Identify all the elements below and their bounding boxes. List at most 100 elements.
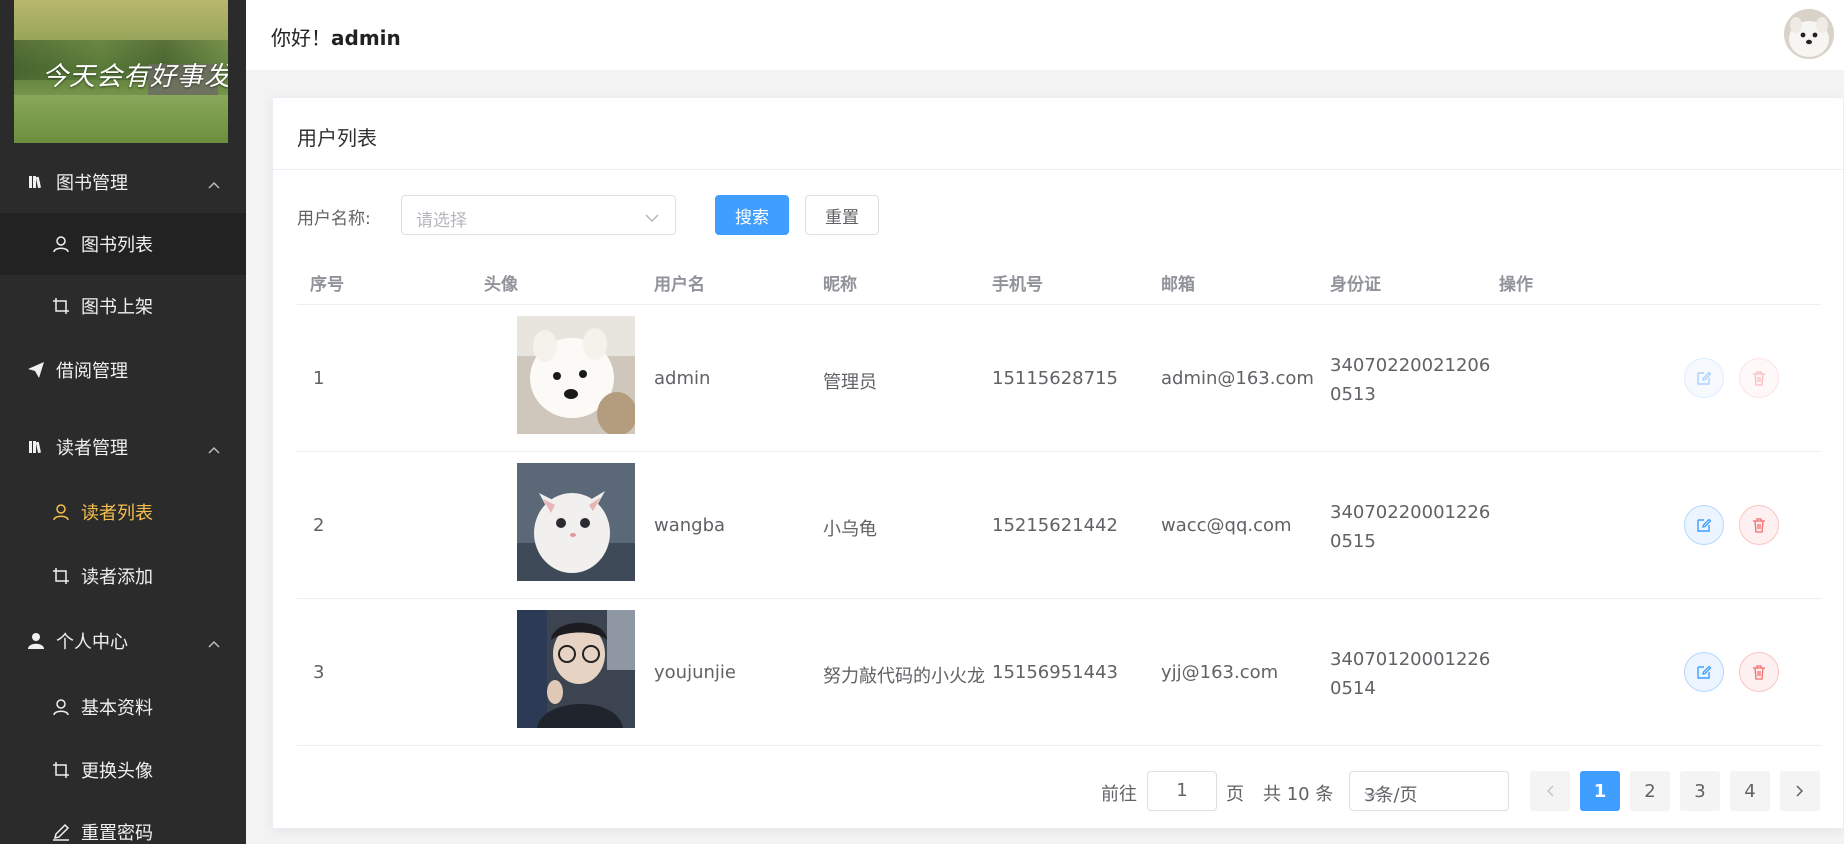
logo-image: 今天会有好事发生 bbox=[14, 0, 228, 143]
avatar-white-kitten bbox=[517, 463, 635, 581]
next-page-button[interactable] bbox=[1780, 771, 1820, 811]
column-header-username: 用户名 bbox=[654, 275, 705, 295]
sidebar-item-change-avatar[interactable]: 更换头像 bbox=[0, 739, 246, 801]
crop-icon bbox=[52, 761, 70, 779]
book-icon bbox=[27, 173, 45, 191]
book-icon bbox=[27, 438, 45, 456]
cell-phone: 15215621442 bbox=[992, 515, 1118, 536]
current-username: admin bbox=[331, 26, 401, 50]
avatar-white-dog bbox=[517, 316, 635, 434]
edit-icon bbox=[1697, 665, 1712, 679]
greeting-prefix: 你好！ bbox=[271, 26, 331, 50]
greeting-text: 你好！admin bbox=[271, 22, 401, 51]
page-button-3[interactable]: 3 bbox=[1680, 771, 1720, 811]
menu-label: 重置密码 bbox=[81, 823, 153, 844]
cell-id-card: 340701200012260514 bbox=[1330, 649, 1491, 699]
column-header-avatar: 头像 bbox=[484, 275, 518, 295]
cell-id-card: 340702200012260515 bbox=[1330, 502, 1491, 552]
page-size-select[interactable]: 3条/页 bbox=[1349, 771, 1509, 811]
menu-group-borrow-management[interactable]: 借阅管理 bbox=[0, 339, 246, 401]
cell-nickname: 小乌龟 bbox=[823, 519, 877, 540]
column-header-phone: 手机号 bbox=[992, 275, 1043, 295]
sidebar-item-book-shelve[interactable]: 图书上架 bbox=[0, 275, 246, 337]
cell-email: wacc@qq.com bbox=[1161, 515, 1292, 536]
edit-icon bbox=[1697, 518, 1712, 532]
goto-page-input[interactable]: 1 bbox=[1147, 771, 1217, 811]
trash-icon bbox=[1753, 371, 1765, 386]
edit-icon bbox=[1697, 371, 1712, 385]
divider bbox=[273, 169, 1843, 170]
user-icon bbox=[52, 698, 70, 716]
cell-username: wangba bbox=[654, 515, 726, 536]
user-table: 序号 头像 用户名 昵称 手机号 邮箱 身份证 操作 1 admin 管理员 1… bbox=[297, 258, 1821, 746]
cell-phone: 15156951443 bbox=[992, 662, 1118, 683]
card-title: 用户列表 bbox=[297, 126, 377, 150]
menu-label: 读者管理 bbox=[56, 438, 128, 459]
chevron-up-icon bbox=[208, 438, 220, 459]
menu-label: 更换头像 bbox=[81, 761, 153, 782]
menu-label: 图书上架 bbox=[81, 297, 153, 318]
menu-group-personal-center[interactable]: 个人中心 bbox=[0, 610, 246, 672]
reset-button[interactable]: 重置 bbox=[805, 195, 879, 235]
sidebar-item-basic-info[interactable]: 基本资料 bbox=[0, 676, 246, 738]
cell-id-card: 340702200212060513 bbox=[1330, 355, 1491, 405]
cell-username: admin bbox=[654, 368, 711, 389]
crop-icon bbox=[52, 567, 70, 585]
delete-button[interactable] bbox=[1739, 505, 1779, 545]
delete-button[interactable] bbox=[1739, 358, 1779, 398]
page-button-4[interactable]: 4 bbox=[1730, 771, 1770, 811]
trash-icon bbox=[1753, 665, 1765, 680]
edit-button[interactable] bbox=[1684, 505, 1724, 545]
edit-button[interactable] bbox=[1684, 652, 1724, 692]
table-row: 3 youjunjie 努力敲代码的小火龙 15156951443 yjj@16… bbox=[297, 599, 1821, 746]
user-icon bbox=[52, 503, 70, 521]
column-header-id-card: 身份证 bbox=[1330, 275, 1381, 295]
trash-icon bbox=[1753, 518, 1765, 533]
pagination: 前往 1 页 共 10 条 3条/页 1 2 3 4 bbox=[273, 771, 1843, 811]
column-header-actions: 操作 bbox=[1499, 275, 1533, 295]
goto-suffix: 页 bbox=[1226, 784, 1244, 805]
cell-nickname: 管理员 bbox=[823, 372, 877, 393]
chevron-down-icon bbox=[645, 208, 659, 227]
chevron-left-icon bbox=[1546, 785, 1554, 797]
username-filter-label: 用户名称: bbox=[297, 209, 371, 229]
column-header-index: 序号 bbox=[310, 275, 344, 295]
user-icon bbox=[52, 235, 70, 253]
menu-label: 个人中心 bbox=[56, 632, 128, 653]
search-button[interactable]: 搜索 bbox=[715, 195, 789, 235]
menu-group-reader-management[interactable]: 读者管理 bbox=[0, 416, 246, 478]
user-avatar[interactable] bbox=[1784, 9, 1834, 59]
table-header: 序号 头像 用户名 昵称 手机号 邮箱 身份证 操作 bbox=[297, 258, 1821, 305]
edit-pen-icon bbox=[52, 823, 70, 841]
menu-label: 读者列表 bbox=[81, 503, 153, 524]
edit-button[interactable] bbox=[1684, 358, 1724, 398]
prev-page-button[interactable] bbox=[1530, 771, 1570, 811]
menu-group-book-management[interactable]: 图书管理 bbox=[0, 151, 246, 213]
delete-button[interactable] bbox=[1739, 652, 1779, 692]
user-list-card: 用户列表 用户名称: 请选择 搜索 重置 序号 头像 用户名 昵称 手机号 邮箱… bbox=[272, 97, 1844, 829]
sidebar-item-book-list[interactable]: 图书列表 bbox=[0, 213, 246, 275]
table-row: 1 admin 管理员 15115628715 admin@163.com 34… bbox=[297, 305, 1821, 452]
send-icon bbox=[27, 361, 45, 379]
sidebar-item-reader-list[interactable]: 读者列表 bbox=[0, 481, 246, 543]
username-select[interactable]: 请选择 bbox=[401, 195, 676, 235]
chevron-up-icon bbox=[208, 632, 220, 653]
sidebar: 今天会有好事发生 图书管理 图书列表 图书上架 借阅管理 读者管理 bbox=[0, 0, 246, 844]
cell-nickname: 努力敲代码的小火龙 bbox=[823, 666, 985, 687]
page-button-1[interactable]: 1 bbox=[1580, 771, 1620, 811]
column-header-email: 邮箱 bbox=[1161, 275, 1195, 295]
cell-email: admin@163.com bbox=[1161, 368, 1314, 389]
chevron-down-icon bbox=[1364, 784, 1494, 805]
menu-label: 基本资料 bbox=[81, 698, 153, 719]
cell-index: 3 bbox=[313, 662, 325, 683]
menu-label: 读者添加 bbox=[81, 567, 153, 588]
sidebar-item-reset-password[interactable]: 重置密码 bbox=[0, 801, 246, 844]
menu-label: 借阅管理 bbox=[56, 361, 128, 382]
cell-index: 1 bbox=[313, 368, 325, 389]
page-button-2[interactable]: 2 bbox=[1630, 771, 1670, 811]
cell-index: 2 bbox=[313, 515, 325, 536]
table-row: 2 wangba 小乌龟 15215621442 wacc@qq.com 340… bbox=[297, 452, 1821, 599]
sidebar-item-reader-add[interactable]: 读者添加 bbox=[0, 545, 246, 607]
avatar-person-photo bbox=[517, 610, 635, 728]
chevron-right-icon bbox=[1796, 785, 1804, 797]
